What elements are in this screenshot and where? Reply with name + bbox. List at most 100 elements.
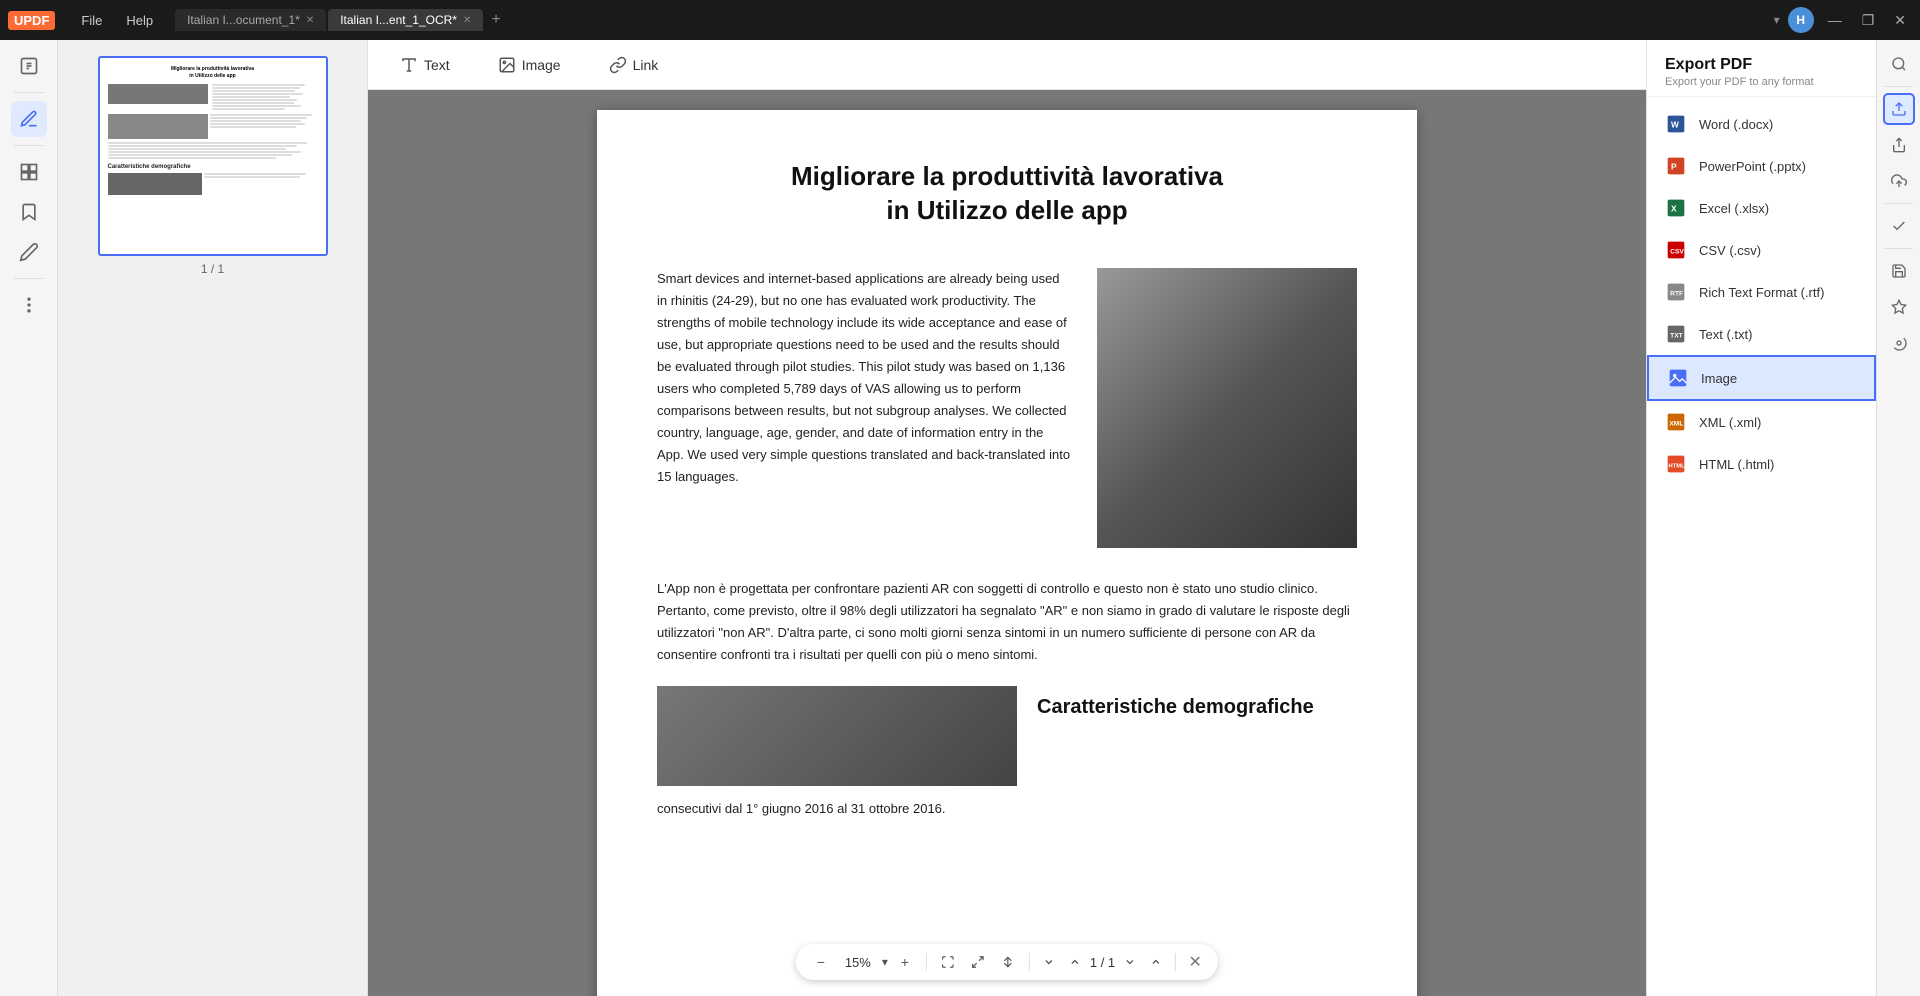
doc-area: Text Image Link Migliorare la produttivi…: [368, 40, 1646, 996]
minimize-button[interactable]: —: [1822, 10, 1848, 30]
export-item-csv[interactable]: CSV CSV (.csv): [1647, 229, 1876, 271]
sidebar-icon-edit[interactable]: [11, 48, 47, 84]
menu-file[interactable]: File: [71, 9, 112, 32]
export-item-txt[interactable]: TXT Text (.txt): [1647, 313, 1876, 355]
rtf-icon: RTF: [1665, 281, 1687, 303]
export-item-html[interactable]: HTML HTML (.html): [1647, 443, 1876, 485]
sidebar-icon-sign[interactable]: [11, 234, 47, 270]
thumbnail-page-number: 1 / 1: [201, 262, 224, 276]
app-logo: UPDF: [8, 11, 55, 30]
tab-1-close[interactable]: ✕: [306, 15, 314, 26]
bottom-bar: − 15% ▾ + 1 / 1: [796, 944, 1218, 980]
menu-help[interactable]: Help: [116, 9, 163, 32]
sidebar-divider-2: [14, 145, 44, 146]
tabs-bar: Italian I...ocument_1* ✕ Italian I...ent…: [175, 9, 1774, 31]
bottom-bar-divider-3: [1175, 953, 1176, 971]
ppt-icon: P: [1665, 155, 1687, 177]
bottom-bar-divider-2: [1029, 953, 1030, 971]
sidebar-divider-3: [14, 278, 44, 279]
zoom-in-button[interactable]: +: [892, 949, 918, 975]
word-icon: W: [1665, 113, 1687, 135]
close-button[interactable]: ✕: [1888, 10, 1912, 31]
prev-page-button[interactable]: [1145, 951, 1167, 973]
section-partial-text: consecutivi dal 1° giugno 2016 al 31 ott…: [657, 798, 1357, 820]
svg-text:X: X: [1671, 203, 1677, 213]
export-item-excel-label: Excel (.xlsx): [1699, 201, 1769, 216]
export-item-excel[interactable]: X Excel (.xlsx): [1647, 187, 1876, 229]
bottom-bar-divider-1: [926, 953, 927, 971]
avatar: H: [1788, 7, 1814, 33]
fit-width-button[interactable]: [935, 949, 961, 975]
export-item-word-label: Word (.docx): [1699, 117, 1773, 132]
zoom-out-button[interactable]: −: [808, 949, 834, 975]
toolbar-link-button[interactable]: Link: [597, 50, 671, 80]
main-layout: Migliorare la produttività lavorativain …: [0, 40, 1920, 996]
fit-page-button[interactable]: [965, 949, 991, 975]
right-icon-save[interactable]: [1883, 255, 1915, 287]
page-down-button[interactable]: [1038, 951, 1060, 973]
export-item-word[interactable]: W Word (.docx): [1647, 103, 1876, 145]
excel-icon: X: [1665, 197, 1687, 219]
svg-text:RTF: RTF: [1670, 290, 1683, 297]
tab-2-close[interactable]: ✕: [463, 15, 471, 26]
doc-content[interactable]: Migliorare la produttività lavorativa in…: [368, 90, 1646, 996]
export-item-rtf-label: Rich Text Format (.rtf): [1699, 285, 1824, 300]
export-item-image[interactable]: Image: [1647, 355, 1876, 401]
tab-2-label: Italian I...ent_1_OCR*: [340, 13, 457, 27]
zoom-value: 15%: [838, 955, 878, 970]
dropdown-btn[interactable]: ▾: [1774, 13, 1780, 27]
txt-icon: TXT: [1665, 323, 1687, 345]
toolbar-text-button[interactable]: Text: [388, 50, 462, 80]
sidebar-icon-bookmark[interactable]: [11, 194, 47, 230]
right-icon-export[interactable]: [1883, 93, 1915, 125]
right-icon-share[interactable]: [1883, 129, 1915, 161]
right-icon-settings[interactable]: [1883, 327, 1915, 359]
export-item-xml-label: XML (.xml): [1699, 415, 1761, 430]
page-container: Migliorare la produttività lavorativa in…: [597, 110, 1417, 996]
sidebar-icon-pages[interactable]: [11, 154, 47, 190]
left-sidebar: [0, 40, 58, 996]
zoom-dropdown[interactable]: ▾: [882, 955, 888, 969]
export-item-ppt[interactable]: P PowerPoint (.pptx): [1647, 145, 1876, 187]
tab-1-label: Italian I...ocument_1*: [187, 13, 300, 27]
window-controls: ▾ H — ❐ ✕: [1774, 7, 1912, 33]
section-title-row: Caratteristiche demografiche: [657, 686, 1357, 786]
right-icon-verify[interactable]: [1883, 210, 1915, 242]
add-tab-button[interactable]: +: [491, 11, 500, 29]
tab-1[interactable]: Italian I...ocument_1* ✕: [175, 9, 326, 31]
next-page-button[interactable]: [1119, 951, 1141, 973]
toolbar-image-button[interactable]: Image: [486, 50, 573, 80]
page-title: Migliorare la produttività lavorativa in…: [657, 160, 1357, 228]
thumbnail-page-1[interactable]: Migliorare la produttività lavorativain …: [98, 56, 328, 256]
titlebar: UPDF File Help Italian I...ocument_1* ✕ …: [0, 0, 1920, 40]
right-divider-3: [1885, 248, 1913, 249]
tab-2[interactable]: Italian I...ent_1_OCR* ✕: [328, 9, 483, 31]
svg-text:XML: XML: [1669, 420, 1683, 427]
svg-text:P: P: [1671, 161, 1677, 171]
fit-height-button[interactable]: [995, 949, 1021, 975]
sidebar-icon-annotate[interactable]: [11, 101, 47, 137]
maximize-button[interactable]: ❐: [1856, 10, 1881, 31]
export-item-image-label: Image: [1701, 371, 1737, 386]
right-icon-search[interactable]: [1883, 48, 1915, 80]
right-icon-ai[interactable]: [1883, 291, 1915, 323]
export-item-rtf[interactable]: RTF Rich Text Format (.rtf): [1647, 271, 1876, 313]
svg-text:CSV: CSV: [1670, 248, 1684, 255]
svg-text:TXT: TXT: [1670, 332, 1683, 339]
thumbnail-panel: Migliorare la produttività lavorativain …: [58, 40, 368, 996]
doc-image-2: [657, 686, 1017, 786]
paragraph-1: Smart devices and internet-based applica…: [657, 268, 1073, 548]
right-icon-upload[interactable]: [1883, 165, 1915, 197]
page-up-button[interactable]: [1064, 951, 1086, 973]
export-item-txt-label: Text (.txt): [1699, 327, 1752, 342]
bottom-bar-close[interactable]: ✕: [1184, 951, 1206, 973]
page-info: 1 / 1: [1090, 955, 1115, 970]
export-item-ppt-label: PowerPoint (.pptx): [1699, 159, 1806, 174]
right-sidebar: [1876, 40, 1920, 996]
export-item-xml[interactable]: XML XML (.xml): [1647, 401, 1876, 443]
doc-image-1: [1097, 268, 1357, 548]
right-divider-1: [1885, 86, 1913, 87]
toolbar-link-label: Link: [633, 57, 659, 73]
sidebar-icon-more[interactable]: [11, 287, 47, 323]
export-subtitle: Export your PDF to any format: [1665, 76, 1858, 88]
